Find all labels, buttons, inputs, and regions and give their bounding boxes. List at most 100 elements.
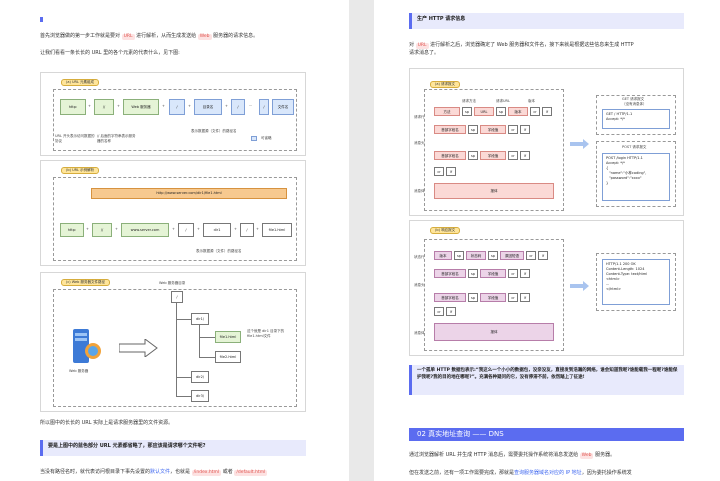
tree-line [176, 303, 177, 396]
field-lf: lf [446, 307, 456, 316]
field-header-value: 字段值 [480, 151, 506, 160]
figure-response-message: (b) 响应报文 状态行 消息头 消息体 版本 sp 状态码 sp 原因短语 c… [409, 220, 684, 356]
paragraph-default-file: 当没有路径名时，就代表访问根目录下事先设置的默认文件，也就是 /index.ht… [40, 469, 268, 476]
field-sp: sp [496, 107, 506, 116]
paragraph-summary: 所以图中的长长的 URL 实际上是请求服务器里的文件资源。 [40, 420, 174, 426]
url-part-server: www.server.com [121, 223, 169, 237]
field-sp: sp [462, 107, 472, 116]
arrow-icon [570, 139, 589, 149]
url-part-slash: / [231, 99, 245, 115]
figure-tag: (a) 请求报文 [430, 81, 460, 88]
url-part-slash: / [240, 223, 254, 237]
server-icon [73, 329, 101, 363]
paragraph-dns-2: 但在发送之前，还有一项工作需要完成，那就是查询服务器域名对应的 IP 地址，因为… [409, 470, 632, 476]
figure-tag: (c) Web 服务器文件路径 [61, 279, 111, 286]
field-cr: cr [434, 167, 444, 176]
field-sp: sp [468, 125, 478, 134]
url-part-slashes: // [94, 99, 114, 115]
url-part-filename: 文件名 [272, 99, 294, 115]
legend-label: 可省略 [261, 136, 272, 140]
tree-line [199, 357, 215, 358]
url-part-protocol: http: [60, 223, 84, 237]
url-part-slash: / [178, 223, 194, 237]
page-gap [349, 0, 374, 481]
plus-sign: + [172, 227, 175, 231]
tree-node-file2: file2.html [215, 351, 241, 363]
field-body: 报体 [434, 183, 554, 199]
plus-sign: + [197, 227, 200, 231]
note-path: 表示数据源（文件）的路径名 [196, 249, 242, 253]
figure-url-elements: (a) URL 元素组成 http: + // + Web 服务器 + / + … [40, 72, 306, 156]
plus-sign: + [188, 104, 191, 108]
section-marker [40, 17, 43, 22]
field-method: 方法 [434, 107, 460, 116]
note-path: 表示数据源（文件）的路径名 [191, 129, 237, 133]
url-part-protocol: http: [60, 99, 86, 115]
field-cr: cr [508, 125, 518, 134]
post-code-box: POST /login HTTP/1.1 Accept: */*{"name":"… [602, 153, 670, 201]
code-chip-index: /index.html [191, 470, 222, 476]
row-request-line: 请求行 [414, 115, 425, 119]
callout-question: 要是上图中的蓝色部分 URL 元素都省略了，那应该是请求哪个文件呢? [40, 440, 306, 456]
field-header-value: 字段值 [480, 293, 506, 302]
figure-tag: (a) URL 元素组成 [61, 79, 100, 86]
field-cr: cr [508, 151, 518, 160]
right-page: 生产 HTTP 请求信息 对 URL 进行解析之后，浏览器确定了 Web 服务器… [374, 0, 720, 481]
callout-http-packet: 一个孤单 HTTP 数据包表示:“我这么一个小小的数据包，没亲没友，直接发到浩瀚… [409, 365, 684, 395]
response-code-box: HTTP/1.1 200 OK Content-Length: 1024 Conte… [602, 259, 670, 305]
tree-line [176, 319, 191, 320]
url-part-slash: / [259, 99, 269, 115]
field-lf: lf [520, 151, 530, 160]
example-url: http://www.server.com/dir1/file1.html [91, 188, 287, 199]
tree-node-dir3: dir3/ [191, 390, 209, 402]
col-version: 版本 [528, 99, 535, 103]
tree-line [199, 325, 200, 357]
ellipsis: ··· [249, 104, 253, 108]
row-status-line: 状态行 [414, 255, 425, 259]
server-label: Web 服务器 [69, 369, 89, 373]
field-body: 报体 [434, 323, 554, 341]
code-chip-default: /default.html [234, 470, 268, 476]
arrow-icon [570, 281, 589, 291]
url-part-directory: 目录名 [194, 99, 222, 115]
legend-swatch [251, 136, 257, 141]
tree-line [199, 337, 215, 338]
post-title: POST 请求报文 [622, 145, 647, 149]
note-protocol: URL 开头表示访问数据的协议 [55, 134, 95, 143]
plus-sign: + [256, 227, 259, 231]
figure-tag: (b) 响应报文 [430, 227, 461, 234]
col-method: 请求方法 [462, 99, 476, 103]
field-header-name: 首部字段名 [434, 125, 466, 134]
tree-node-dir1: dir1/ [191, 313, 209, 325]
paragraph-intro: 让我们看看一条长长的 URL 里的各个元素的代表什么，见下图: [40, 50, 180, 56]
field-cr: cr [508, 269, 518, 278]
figure-tag: (b) URL 示例解析 [61, 167, 100, 174]
field-version: 版本 [434, 251, 452, 260]
field-lf: lf [520, 125, 530, 134]
link-dns-query[interactable]: 查询服务器域名对应的 IP 地址 [514, 470, 582, 476]
callout-http-request: 生产 HTTP 请求信息 [409, 13, 684, 29]
url-part-directory: dir1 [203, 223, 231, 237]
row-headers: 消息头 [414, 283, 425, 287]
field-sp: sp [468, 269, 478, 278]
row-body: 消息体 [414, 331, 425, 335]
get-code-box: GET / HTTP/1.1 Accept: */* [602, 109, 670, 129]
plus-sign: + [162, 104, 165, 108]
directory-title: Web 服务器目录 [159, 281, 186, 285]
field-lf: lf [542, 107, 552, 116]
field-sp: sp [454, 251, 464, 260]
field-lf: lf [538, 251, 548, 260]
section-heading-dns: 02 真实地址查询 —— DNS [409, 428, 684, 441]
code-chip-url: URL [121, 34, 135, 40]
code-chip-url: URL [415, 43, 429, 49]
get-title: GET 请求报文 [622, 97, 645, 101]
plus-sign: + [234, 227, 237, 231]
left-page: 首先浏览器做的第一步工作就是要对 URL 进行解析，从而生成发送给 Web 服务… [0, 0, 349, 481]
link-default-file[interactable]: 默认文件 [150, 469, 170, 475]
plus-sign: + [117, 104, 120, 108]
url-part-filename: file1.html [262, 223, 292, 237]
field-lf: lf [520, 293, 530, 302]
paragraph-dns-1: 通过浏览器解析 URL 并生成 HTTP 消息后，需要委托操作系统将消息发送给 … [409, 452, 616, 459]
field-status-code: 状态码 [466, 251, 486, 260]
note-file1: 这个就是 dir1 目录下的 file1.html文件 [247, 329, 285, 338]
